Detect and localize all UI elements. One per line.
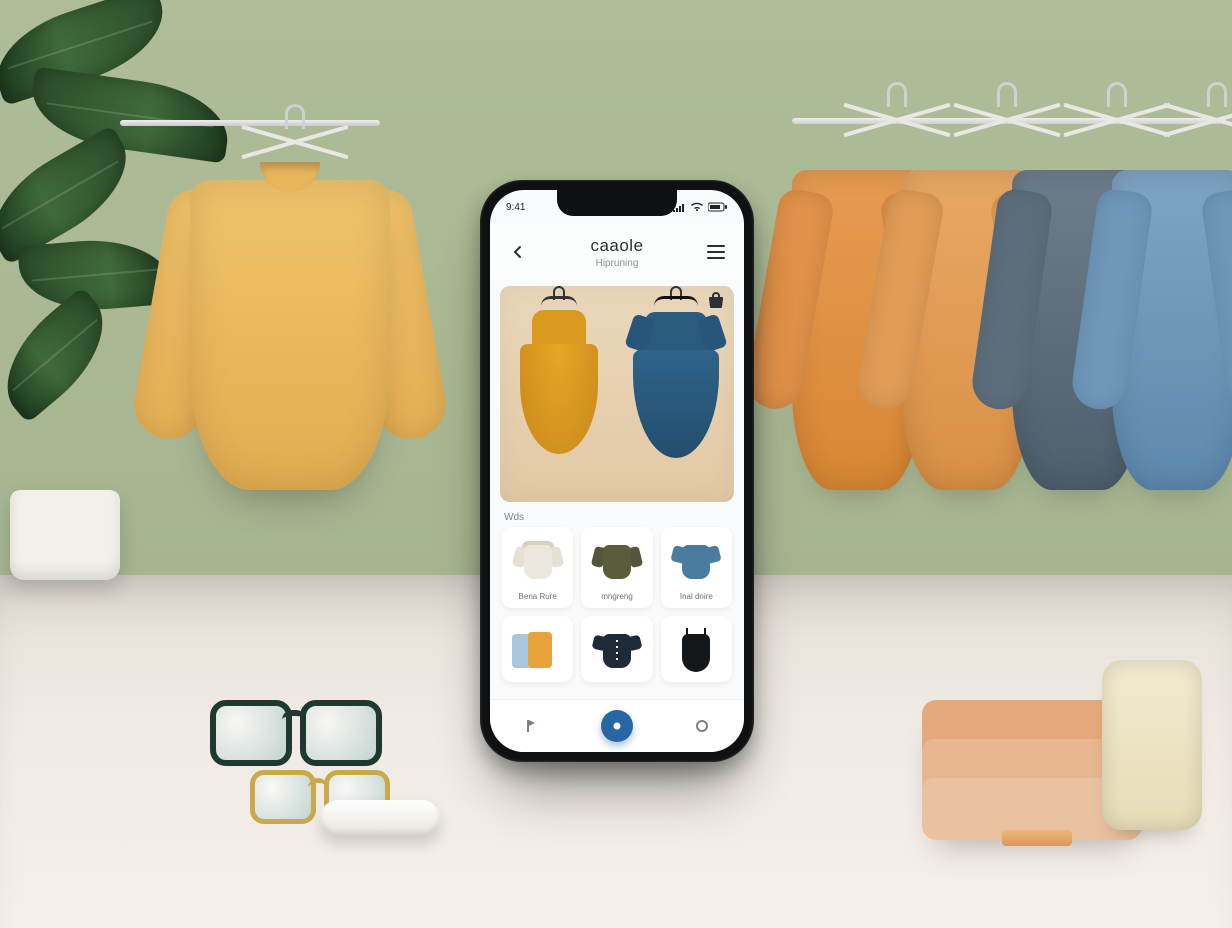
nav-profile-button[interactable] [686, 710, 718, 742]
clothes-rack [792, 130, 1222, 550]
menu-icon [707, 245, 725, 259]
wifi-icon [690, 202, 704, 212]
circle-icon [694, 718, 710, 734]
back-button[interactable] [504, 238, 532, 266]
knit-bag [1102, 660, 1202, 830]
chevron-left-icon [510, 244, 526, 260]
bottom-nav [490, 699, 744, 752]
glasses-case [320, 800, 440, 836]
product-grid-row-1: Bena Rure mngreng Inal dnire [490, 527, 744, 608]
product-card[interactable]: mngreng [581, 527, 652, 608]
product-card[interactable] [581, 616, 652, 682]
app-bar: caaole Hipruning [490, 224, 744, 280]
battery-icon [708, 202, 728, 212]
phone-frame: 9:41 caaole Hipruning [480, 180, 754, 762]
app-subtitle: Hipruning [532, 258, 702, 269]
product-caption: Inal dnire [680, 593, 713, 602]
status-time: 9:41 [506, 202, 525, 213]
content-area: Wds Bena Rure mngreng Inal dnire [490, 280, 744, 699]
phone-notch [557, 190, 677, 216]
flag-icon [524, 718, 540, 734]
dot-icon [612, 721, 622, 731]
status-indicators [672, 202, 728, 212]
scene: 9:41 caaole Hipruning [0, 0, 1232, 928]
product-card[interactable] [502, 616, 573, 682]
product-grid-row-2 [490, 616, 744, 682]
sweater-yellow [150, 170, 430, 500]
product-card[interactable]: Inal dnire [661, 527, 732, 608]
app-title: caaole [532, 236, 702, 256]
hero-banner[interactable] [500, 286, 734, 502]
product-caption: mngreng [601, 593, 633, 602]
product-card[interactable] [661, 616, 732, 682]
section-label: Wds [490, 502, 744, 527]
nav-discover-button[interactable] [601, 710, 633, 742]
product-caption: Bena Rure [519, 593, 557, 602]
hero-product-yellow-dress [514, 302, 604, 472]
hero-product-blue-dress [631, 302, 721, 472]
menu-button[interactable] [702, 238, 730, 266]
hanger-icon [240, 126, 350, 166]
product-card[interactable]: Bena Rure [502, 527, 573, 608]
nav-home-button[interactable] [516, 710, 548, 742]
phone-screen: 9:41 caaole Hipruning [490, 190, 744, 752]
lip-balm [1002, 830, 1072, 846]
